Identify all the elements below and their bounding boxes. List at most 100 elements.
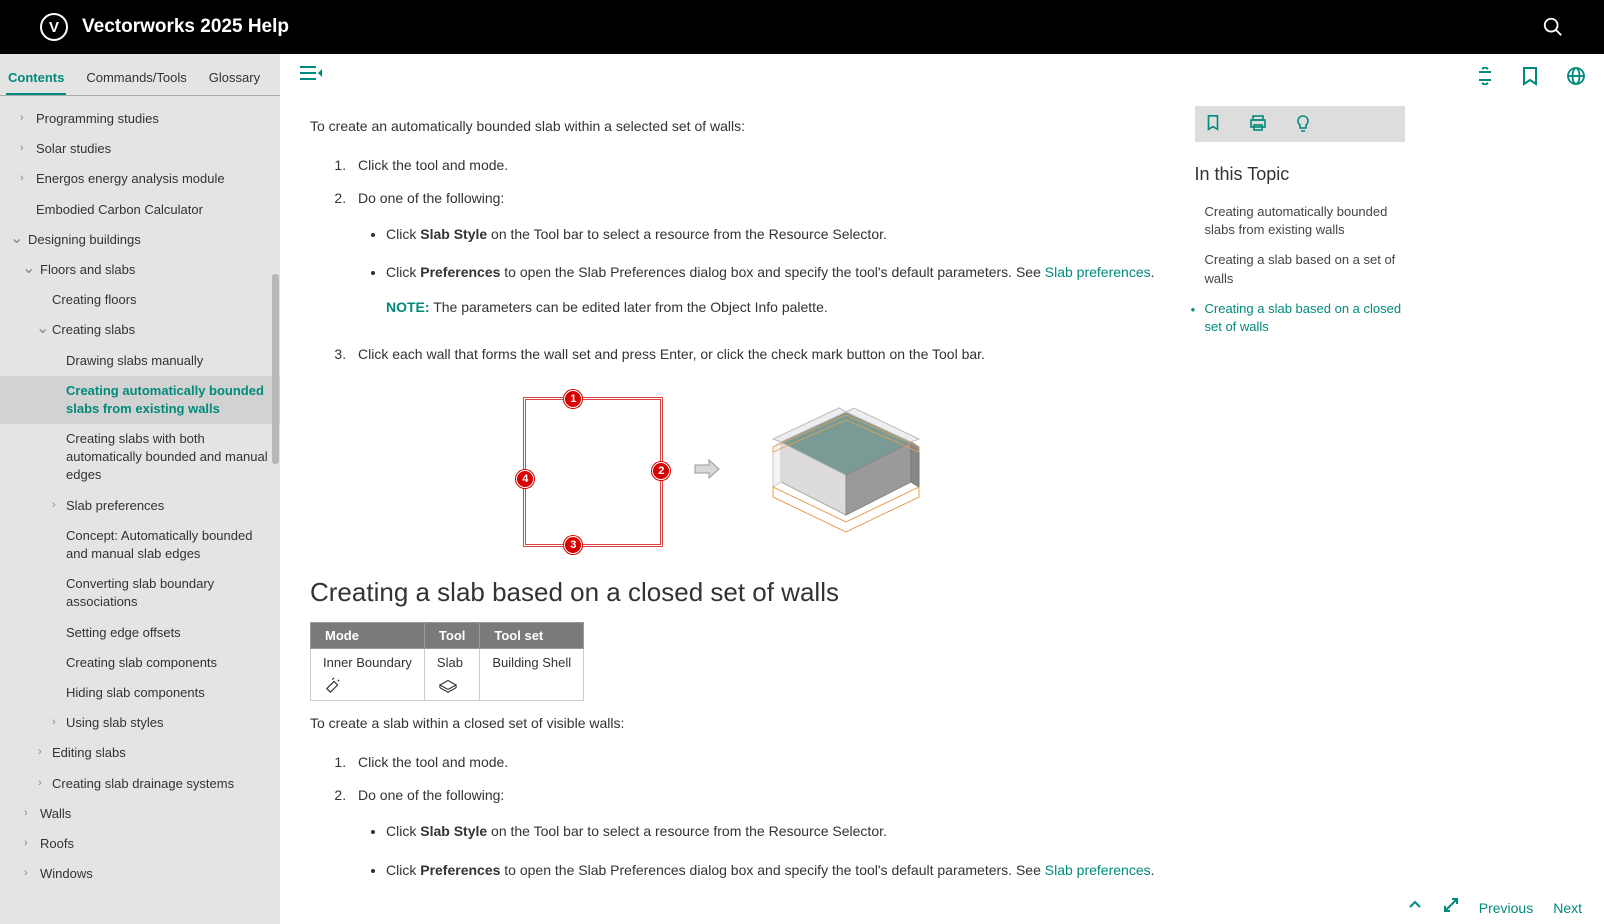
note-label: NOTE: xyxy=(386,299,430,315)
nav-energos[interactable]: ›Energos energy analysis module xyxy=(0,164,280,194)
collapse-sidebar-icon[interactable] xyxy=(298,64,322,88)
step-2: Do one of the following: Click Slab Styl… xyxy=(350,182,1155,338)
step-3: Click each wall that forms the wall set … xyxy=(350,338,1155,371)
td-tool: Slab xyxy=(424,649,479,701)
th-tool: Tool xyxy=(424,623,479,649)
link-slab-prefs-2[interactable]: Slab preferences xyxy=(1045,862,1151,878)
scrollbar-thumb[interactable] xyxy=(272,274,279,464)
bookmark-icon[interactable] xyxy=(1522,66,1538,86)
bullet-slab-style: Click Slab Style on the Tool bar to sele… xyxy=(386,215,1155,253)
article-content: To create an automatically bounded slab … xyxy=(280,94,1195,924)
nav-drainage[interactable]: ›Creating slab drainage systems xyxy=(0,769,280,799)
expand-window-icon[interactable] xyxy=(1443,897,1459,918)
step-label: Do one of the following: xyxy=(358,787,504,803)
nav-floors[interactable]: Floors and slabs xyxy=(0,255,280,285)
aside-panel: In this Topic Creating automatically bou… xyxy=(1195,94,1405,924)
nav-label: Embodied Carbon Calculator xyxy=(36,202,203,217)
nav-slab-prefs[interactable]: ›Slab preferences xyxy=(0,491,280,521)
nav-label: Editing slabs xyxy=(52,745,126,760)
toc-item-2[interactable]: Creating a slab based on a set of walls xyxy=(1195,245,1405,293)
slab-tool-icon xyxy=(437,676,459,694)
right-tools xyxy=(1476,66,1586,86)
nav-label: Roofs xyxy=(40,836,74,851)
app-title: Vectorworks 2025 Help xyxy=(82,16,289,38)
bullet-preferences: Click Preferences to open the Slab Prefe… xyxy=(386,253,1155,326)
globe-icon[interactable] xyxy=(1566,66,1586,86)
scroll-top-icon[interactable] xyxy=(1407,897,1423,918)
toc-item-1[interactable]: Creating automatically bounded slabs fro… xyxy=(1195,197,1405,245)
nav-editing[interactable]: ›Editing slabs xyxy=(0,738,280,768)
nav-drawing-manually[interactable]: Drawing slabs manually xyxy=(0,346,280,376)
step-2b: Do one of the following: Click Slab Styl… xyxy=(350,779,1155,901)
main: To create an automatically bounded slab … xyxy=(280,54,1604,924)
th-mode: Mode xyxy=(311,623,425,649)
link-slab-prefs[interactable]: Slab preferences xyxy=(1045,264,1151,280)
next-link[interactable]: Next xyxy=(1553,900,1582,916)
nav-label: Programming studies xyxy=(36,111,159,126)
nav-label: Solar studies xyxy=(36,141,111,156)
step-1b: Click the tool and mode. xyxy=(350,746,1155,779)
mode-table: Mode Tool Tool set Inner Boundary Slab B… xyxy=(310,622,584,701)
intro-text: To create an automatically bounded slab … xyxy=(310,116,1155,137)
nav-label: Creating slabs xyxy=(52,322,135,337)
figure-diagram: 1 2 3 4 xyxy=(310,397,1155,547)
nav-label: Concept: Automatically bounded and manua… xyxy=(66,528,252,561)
nav-label: Converting slab boundary associations xyxy=(66,576,214,609)
nav-components[interactable]: Creating slab components xyxy=(0,648,280,678)
bold-term: Preferences xyxy=(420,264,500,280)
nav-label: Creating automatically bounded slabs fro… xyxy=(66,383,264,416)
nav-label: Drawing slabs manually xyxy=(66,353,203,368)
nav-both[interactable]: Creating slabs with both automatically b… xyxy=(0,424,280,491)
nav-label: Creating slabs with both automatically b… xyxy=(66,431,268,482)
nav-embodied[interactable]: Embodied Carbon Calculator xyxy=(0,195,280,225)
top-toolbar xyxy=(280,54,1604,94)
nav-windows[interactable]: ›Windows xyxy=(0,859,280,889)
toc-item-3[interactable]: Creating a slab based on a closed set of… xyxy=(1195,294,1405,342)
nav-walls[interactable]: ›Walls xyxy=(0,799,280,829)
callout-3: 3 xyxy=(564,536,582,554)
nav-solar[interactable]: ›Solar studies xyxy=(0,134,280,164)
tab-glossary[interactable]: Glossary xyxy=(207,62,262,95)
nav-label: Floors and slabs xyxy=(40,262,135,277)
footer-nav: Previous Next xyxy=(1407,897,1582,918)
td-mode: Inner Boundary xyxy=(311,649,425,701)
prev-link[interactable]: Previous xyxy=(1479,900,1533,916)
nav-label: Energos energy analysis module xyxy=(36,171,225,186)
nav-concept[interactable]: Concept: Automatically bounded and manua… xyxy=(0,521,280,569)
sidebar-tabs: Contents Commands/Tools Glossary xyxy=(0,54,280,96)
nav-hiding[interactable]: Hiding slab components xyxy=(0,678,280,708)
nav-roofs[interactable]: ›Roofs xyxy=(0,829,280,859)
search-icon[interactable] xyxy=(1542,16,1564,38)
nav-creating-slabs[interactable]: Creating slabs xyxy=(0,315,280,345)
bookmark-small-icon[interactable] xyxy=(1205,114,1221,132)
isometric-slab xyxy=(751,397,941,547)
aside-title: In this Topic xyxy=(1195,164,1405,185)
step-1: Click the tool and mode. xyxy=(350,149,1155,182)
nav-auto-bounded[interactable]: Creating automatically bounded slabs fro… xyxy=(0,376,280,424)
bold-term: Slab Style xyxy=(420,823,487,839)
print-icon[interactable] xyxy=(1249,114,1267,132)
nav-programming[interactable]: ›Programming studies xyxy=(0,104,280,134)
callout-4: 4 xyxy=(516,470,534,488)
nav-label: Hiding slab components xyxy=(66,685,205,700)
nav-styles[interactable]: ›Using slab styles xyxy=(0,708,280,738)
nav-label: Windows xyxy=(40,866,93,881)
bold-term: Slab Style xyxy=(420,226,487,242)
header-left: V Vectorworks 2025 Help xyxy=(40,13,289,41)
bulb-icon[interactable] xyxy=(1295,114,1311,134)
nav-creating-floors[interactable]: Creating floors xyxy=(0,285,280,315)
nav-converting[interactable]: Converting slab boundary associations xyxy=(0,569,280,617)
arrow-icon xyxy=(693,458,721,487)
nav-label: Creating slab components xyxy=(66,655,217,670)
content-wrap: To create an automatically bounded slab … xyxy=(280,54,1604,924)
nav-offsets[interactable]: Setting edge offsets xyxy=(0,618,280,648)
expand-icon[interactable] xyxy=(1476,67,1494,85)
nav-label: Creating floors xyxy=(52,292,137,307)
tab-commands[interactable]: Commands/Tools xyxy=(84,62,188,95)
nav-designing[interactable]: Designing buildings xyxy=(0,225,280,255)
section-heading: Creating a slab based on a closed set of… xyxy=(310,577,1155,608)
callout-2: 2 xyxy=(652,462,670,480)
wall-plan-diagram: 1 2 3 4 xyxy=(523,397,663,547)
tab-contents[interactable]: Contents xyxy=(6,62,66,95)
td-toolset: Building Shell xyxy=(480,649,584,701)
